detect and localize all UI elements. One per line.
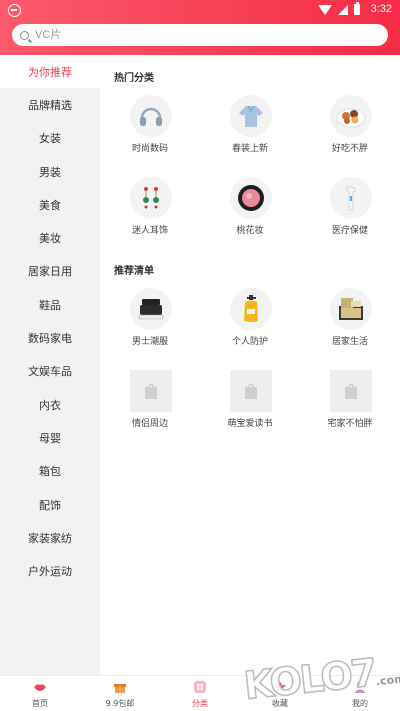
sidebar-item-outdoor[interactable]: 户外运动 [0,554,100,587]
sidebar-item-label: 配饰 [39,498,61,512]
sidebar-item-home[interactable]: 居家日用 [0,255,100,288]
sidebar-item-women[interactable]: 女装 [0,122,100,155]
tile-label: 宅家不怕胖 [327,419,373,429]
category-sidebar: 为你推荐 品牌精选 女装 男装 美食 美妆 居家日用 鞋品 数码家电 文娱车品 … [0,55,100,675]
hand-sanitizer-icon [230,288,272,330]
category-tile[interactable]: 宅家不怕胖 [300,370,400,440]
placeholder-bag-icon [330,370,372,412]
category-tile[interactable]: 迷人耳饰 [100,177,200,247]
tab-label: 首页 [32,699,48,708]
sidebar-item-recommend[interactable]: 为你推荐 [0,55,100,89]
tile-label: 男士潮服 [131,337,168,347]
placeholder-bag-icon [130,370,172,412]
blouse-icon [230,95,272,137]
category-tile[interactable]: 男士潮服 [100,288,200,358]
tile-label: 医疗保健 [331,226,368,236]
tab-label: 9.9包邮 [105,699,135,708]
placeholder-bag-icon [230,370,272,412]
earrings-icon [130,177,172,219]
search-icon [20,30,29,40]
status-bar: 3:32 [0,0,400,22]
sidebar-item-label: 家装家纺 [28,531,72,545]
sidebar-item-label: 品牌精选 [28,98,72,112]
category-tile[interactable]: 好吃不胖 [300,95,400,165]
category-tile[interactable]: 居家生活 [300,288,400,358]
tile-label: 好吃不胖 [331,144,368,154]
sidebar-item-label: 内衣 [39,398,61,412]
sidebar-item-digital[interactable]: 数码家电 [0,321,100,354]
sidebar-item-label: 母婴 [39,431,61,445]
tab-free-shipping[interactable]: 9.9包邮 [80,676,160,711]
sidebar-item-label: 箱包 [39,465,61,479]
status-icons [318,2,360,15]
top-header: 3:32 [0,0,400,55]
category-tile[interactable]: 情侣周边 [100,370,200,440]
battery-icon [354,2,360,15]
tile-label: 情侣周边 [131,419,168,429]
sidebar-item-food[interactable]: 美食 [0,188,100,221]
sidebar-item-label: 户外运动 [28,565,72,579]
blush-compact-icon [230,177,272,219]
sneaker-icon [130,288,172,330]
sidebar-item-label: 美食 [39,198,61,212]
watermark-suffix: .com [375,672,400,689]
sidebar-item-baby[interactable]: 母婴 [0,421,100,454]
tile-label: 迷人耳饰 [131,226,168,236]
category-content: 热门分类 时尚数码 春装上新 好吃不胖 迷人耳饰 桃花妆 医疗保健 推荐清单 男… [100,55,400,675]
sidebar-item-label: 鞋品 [39,298,61,312]
storage-box-icon [330,288,372,330]
sidebar-item-underwear[interactable]: 内衣 [0,388,100,421]
category-tile[interactable]: 桃花妆 [200,177,300,247]
category-tile[interactable]: 春装上新 [200,95,300,165]
sidebar-item-label: 美妆 [39,232,61,246]
sidebar-item-brands[interactable]: 品牌精选 [0,88,100,121]
tab-category[interactable]: 分类 [160,676,240,711]
category-tile[interactable]: 时尚数码 [100,95,200,165]
sidebar-item-label: 文娱车品 [28,365,72,379]
tile-label: 居家生活 [331,337,368,347]
tab-label: 分类 [192,699,208,708]
sidebar-item-label: 数码家电 [28,332,72,346]
sidebar-item-bags[interactable]: 箱包 [0,455,100,488]
sidebar-item-entertainment[interactable]: 文娱车品 [0,355,100,388]
tile-label: 桃花妆 [236,226,264,236]
search-bar[interactable] [12,24,388,46]
category-tile[interactable]: 萌宝爱读书 [200,370,300,440]
sidebar-item-men[interactable]: 男装 [0,155,100,188]
category-icon [194,681,206,693]
sidebar-item-label: 男装 [39,165,61,179]
thermometer-icon [330,177,372,219]
sidebar-item-shoes[interactable]: 鞋品 [0,288,100,321]
wifi-icon [318,4,332,15]
tile-label: 萌宝爱读书 [227,419,273,429]
sidebar-item-label: 为你推荐 [28,65,72,79]
hot-section-title: 热门分类 [114,73,154,84]
signal-icon [338,4,348,15]
sidebar-item-home-textiles[interactable]: 家装家纺 [0,521,100,554]
status-time: 3:32 [370,3,392,15]
sidebar-item-label: 居家日用 [28,265,72,279]
category-tile[interactable]: 个人防护 [200,288,300,358]
snack-plate-icon [330,95,372,137]
sidebar-item-label: 女装 [39,132,61,146]
recommend-section-title: 推荐清单 [114,266,154,277]
headphones-icon [130,95,172,137]
app-notification-icon [8,4,21,17]
sidebar-item-accessories[interactable]: 配饰 [0,488,100,521]
search-input[interactable] [35,29,365,41]
tab-home[interactable]: 首页 [0,676,80,711]
category-tile[interactable]: 医疗保健 [300,177,400,247]
tile-label: 时尚数码 [131,144,168,154]
lips-icon [34,684,46,691]
tile-label: 春装上新 [231,144,268,154]
gift-icon [114,684,126,693]
sidebar-item-makeup[interactable]: 美妆 [0,221,100,254]
tile-label: 个人防护 [231,337,268,347]
